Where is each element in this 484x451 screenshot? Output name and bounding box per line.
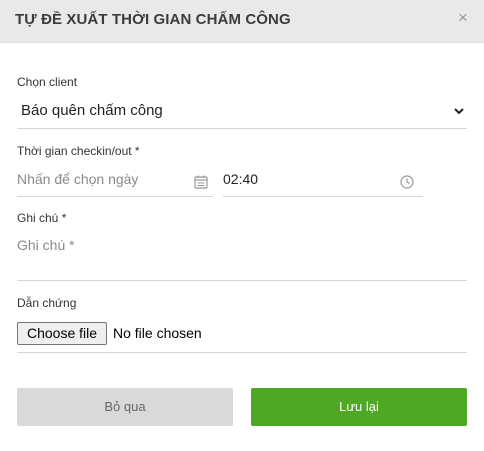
note-label: Ghi chú * bbox=[17, 211, 67, 225]
calendar-icon[interactable] bbox=[194, 175, 208, 189]
file-status: No file chosen bbox=[113, 325, 202, 341]
evidence-label: Dẫn chứng bbox=[17, 296, 77, 310]
client-label: Chọn client bbox=[17, 75, 78, 89]
save-button[interactable]: Lưu lại bbox=[251, 388, 467, 426]
note-field[interactable]: Ghi chú * bbox=[17, 232, 467, 281]
choose-file-button[interactable]: Choose file bbox=[17, 322, 107, 345]
checkin-label: Thời gian checkin/out * bbox=[17, 144, 140, 158]
cancel-button[interactable]: Bỏ qua bbox=[17, 388, 233, 426]
close-icon[interactable]: × bbox=[455, 9, 471, 27]
client-select-value: Báo quên chấm công bbox=[21, 102, 163, 119]
date-picker-field[interactable]: Nhấn để chọn ngày bbox=[17, 164, 213, 197]
note-placeholder: Ghi chú * bbox=[17, 237, 75, 253]
chevron-down-icon bbox=[454, 108, 464, 115]
dialog-header: TỰ ĐỀ XUẤT THỜI GIAN CHẤM CÔNG × bbox=[0, 0, 484, 43]
date-placeholder: Nhấn để chọn ngày bbox=[17, 171, 139, 187]
time-value: 02:40 bbox=[223, 171, 259, 187]
clock-icon[interactable] bbox=[400, 175, 414, 189]
time-picker-field[interactable]: 02:40 bbox=[223, 164, 423, 197]
evidence-file-input: Choose file No file chosen bbox=[17, 318, 467, 353]
dialog-title: TỰ ĐỀ XUẤT THỜI GIAN CHẤM CÔNG bbox=[15, 11, 291, 28]
client-select[interactable]: Báo quên chấm công bbox=[17, 96, 467, 129]
